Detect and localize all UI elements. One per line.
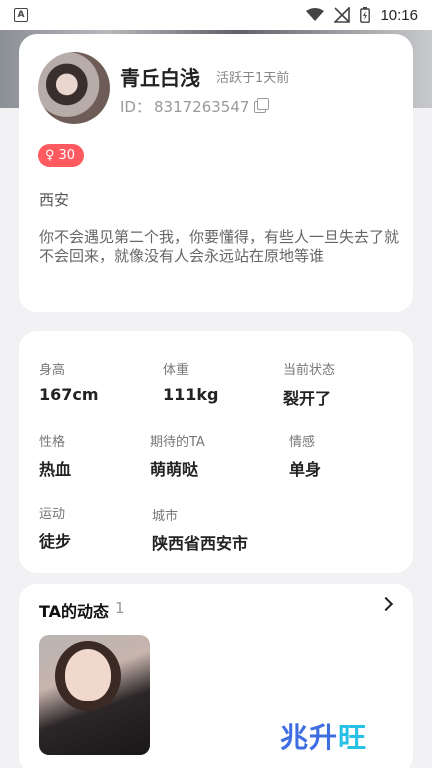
sport-value: 徒步 xyxy=(39,532,72,551)
status-value: 裂开了 xyxy=(283,389,332,408)
profile-card: 青丘白浅 活跃于1天前 ID： 8317263547 ♀ 30 西安 你不会遇见… xyxy=(19,34,413,312)
status-icons: 10:16 xyxy=(306,7,418,24)
weight-value: 111kg xyxy=(163,385,219,404)
thumbnail-face-shape xyxy=(65,649,111,701)
watermark-logo: 兆升旺 xyxy=(280,716,367,756)
user-id-value: 8317263547 xyxy=(153,97,250,116)
city-value: 陕西省西安市 xyxy=(152,534,249,553)
avatar[interactable] xyxy=(38,52,110,124)
relationship-label: 情感 xyxy=(289,435,316,450)
height-value: 167cm xyxy=(39,385,99,404)
wifi-icon xyxy=(306,8,325,21)
watermark-part1: 兆升 xyxy=(280,721,339,754)
expect-value: 萌萌哒 xyxy=(150,460,199,479)
personality-label: 性格 xyxy=(39,435,66,450)
app-notification-icon: A xyxy=(14,8,28,22)
moments-count: 1 xyxy=(115,599,125,617)
no-signal-icon xyxy=(334,7,351,23)
info-card: 身高 167cm 体重 111kg 当前状态 裂开了 性格 热血 期待的TA 萌… xyxy=(19,331,413,573)
user-name: 青丘白浅 xyxy=(120,66,200,90)
profile-bio: 你不会遇见第二个我，你要懂得，有些人一旦失去了就不会回来，就像没有人会永远站在原… xyxy=(39,228,400,265)
last-active: 活跃于1天前 xyxy=(216,71,290,86)
profile-city: 西安 xyxy=(39,191,70,209)
height-label: 身高 xyxy=(39,363,66,378)
status-label: 当前状态 xyxy=(283,363,336,378)
clock: 10:16 xyxy=(380,6,418,24)
sport-label: 运动 xyxy=(39,507,66,522)
age-value: 30 xyxy=(58,148,76,163)
city-label: 城市 xyxy=(152,509,179,524)
status-bar: A 10:16 xyxy=(0,0,432,30)
expect-label: 期待的TA xyxy=(150,435,205,450)
chevron-right-icon[interactable] xyxy=(378,596,394,612)
relationship-value: 单身 xyxy=(289,460,322,479)
gender-age-badge: ♀ 30 xyxy=(38,144,85,167)
female-icon: ♀ xyxy=(45,148,55,163)
copy-icon[interactable] xyxy=(254,97,270,113)
watermark-part2: 旺 xyxy=(338,721,368,754)
user-id: ID： 8317263547 xyxy=(120,96,270,117)
moment-thumbnail[interactable] xyxy=(39,635,150,755)
moments-title: TA的动态 xyxy=(39,602,110,621)
weight-label: 体重 xyxy=(163,363,190,378)
battery-charging-icon xyxy=(360,7,371,23)
personality-value: 热血 xyxy=(39,460,72,479)
user-id-label: ID： xyxy=(120,98,151,116)
